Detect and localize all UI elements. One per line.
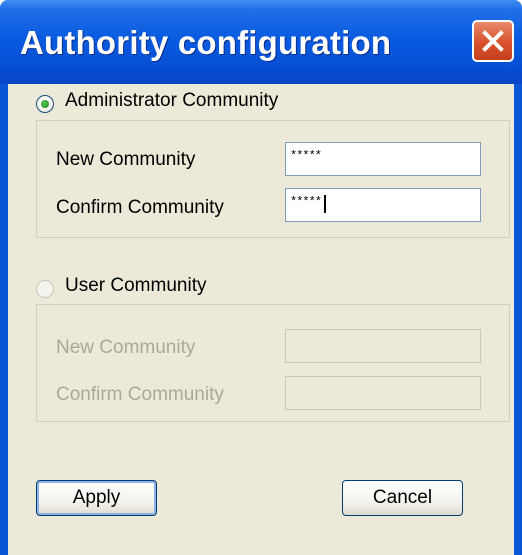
admin-new-community-label: New Community	[56, 149, 196, 170]
radio-selected-dot	[41, 100, 49, 108]
dialog-body: Administrator Community New Community **…	[8, 84, 514, 555]
admin-new-community-input[interactable]: *****	[285, 142, 481, 176]
user-new-community-label: New Community	[56, 337, 196, 358]
user-new-community-input[interactable]	[285, 329, 481, 363]
admin-community-label[interactable]: Administrator Community	[65, 90, 278, 112]
admin-new-community-value: *****	[290, 149, 322, 163]
dialog-window: Authority configuration Administrator Co…	[0, 0, 522, 555]
user-confirm-community-label: Confirm Community	[56, 384, 224, 405]
admin-confirm-community-input[interactable]: *****	[285, 188, 481, 222]
admin-confirm-community-value: *****	[290, 195, 322, 209]
user-community-radio[interactable]	[36, 280, 54, 298]
admin-confirm-community-label: Confirm Community	[56, 197, 224, 218]
user-confirm-community-input[interactable]	[285, 376, 481, 410]
window-title: Authority configuration	[20, 24, 392, 61]
cancel-button[interactable]: Cancel	[342, 480, 463, 516]
title-bar[interactable]: Authority configuration	[0, 0, 522, 84]
close-icon	[482, 30, 504, 52]
text-caret	[324, 195, 327, 213]
user-community-label[interactable]: User Community	[65, 275, 206, 297]
admin-community-radio[interactable]	[36, 95, 54, 113]
apply-button[interactable]: Apply	[36, 480, 157, 516]
close-button[interactable]	[472, 20, 514, 62]
